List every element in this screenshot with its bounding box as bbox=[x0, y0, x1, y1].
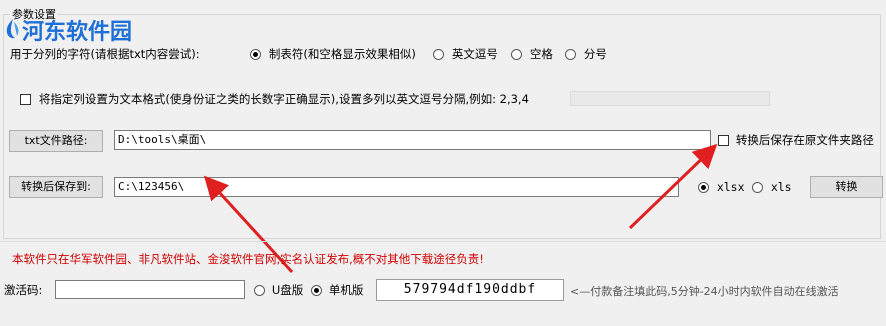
machine-serial: 579794df190ddbf bbox=[376, 279, 564, 301]
edition-option-usb[interactable]: U盘版 bbox=[254, 283, 303, 297]
radio-standalone-label: 单机版 bbox=[328, 283, 364, 297]
activation-label: 激活码: bbox=[4, 283, 43, 297]
radio-standalone[interactable] bbox=[311, 285, 322, 296]
edition-option-standalone[interactable]: 单机版 bbox=[311, 283, 363, 297]
activation-code-input[interactable] bbox=[55, 280, 245, 299]
activation-hint: <—付款备注填此码,5分钟-24小时内软件自动在线激活 bbox=[570, 285, 839, 298]
radio-usb-label: U盘版 bbox=[271, 283, 304, 297]
arrow-to-checkbox bbox=[628, 143, 718, 230]
warning-text: 本软件只在华军软件园、非凡软件站、金浚软件官网,实名认证发布,概不对其他下载途径… bbox=[12, 252, 484, 266]
radio-usb[interactable] bbox=[254, 285, 265, 296]
annotation-arrows bbox=[203, 143, 718, 274]
divider bbox=[0, 241, 886, 242]
